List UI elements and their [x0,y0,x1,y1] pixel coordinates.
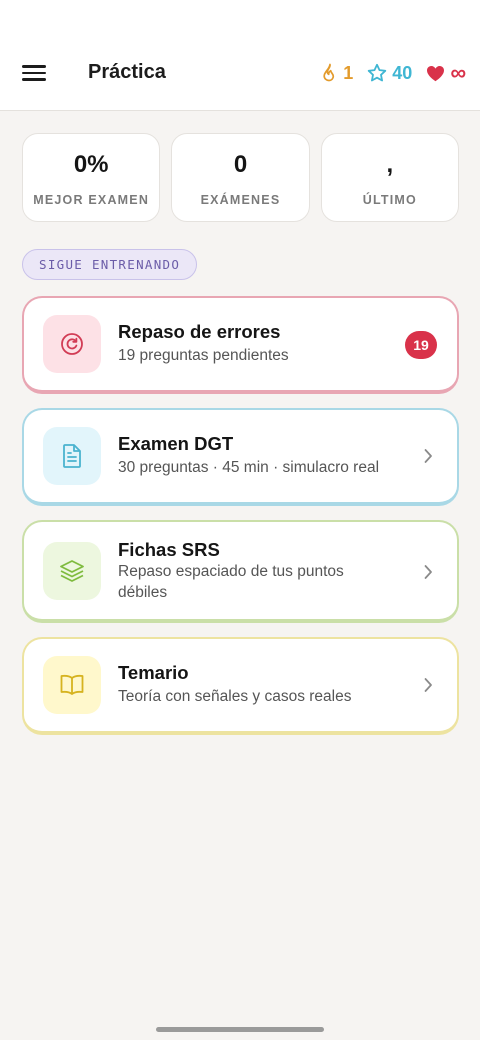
card-srs-flashcards[interactable]: Fichas SRS Repaso espaciado de tus punto… [22,520,459,623]
top-bar: Práctica 1 40 ∞ [0,0,480,111]
kpi-row: 0% MEJOR EXAMEN 0 EXÁMENES , ÚLTIMO [22,133,459,222]
streak-count: 1 [343,62,354,83]
card-subtitle: 19 preguntas pendientes [118,347,289,364]
kpi-best-exam: 0% MEJOR EXAMEN [22,133,161,222]
lives-stat[interactable]: ∞ [426,60,466,86]
chevron-right-icon [424,678,432,692]
heart-icon [427,65,445,81]
card-title: Fichas SRS [118,539,220,560]
pending-count-badge: 19 [405,331,437,359]
card-subtitle: Teoría con señales y casos reales [118,688,352,705]
card-title: Repaso de errores [118,321,281,342]
kpi-label: EXÁMENES [200,193,281,207]
card-icon-box [43,656,101,714]
star-icon [368,63,387,82]
card-icon-box [43,315,101,373]
xp-stat[interactable]: 40 [367,63,412,84]
kpi-exams: 0 EXÁMENES [171,133,310,222]
card-title: Examen DGT [118,433,234,454]
kpi-last: , ÚLTIMO [320,133,459,222]
streak-stat[interactable]: 1 [322,63,353,84]
card-subtitle: Repaso espaciado de tus puntos débiles [118,563,344,601]
chevron-right-icon [424,449,432,463]
section-label: SIGUE ENTRENANDO [22,249,198,280]
menu-icon-line [22,78,46,81]
card-title: Temario [118,662,189,683]
card-dgt-exam[interactable]: Examen DGT 30 preguntas · 45 min · simul… [22,408,459,506]
kpi-value: , [386,151,394,178]
lives-count: ∞ [450,60,466,85]
card-error-review[interactable]: Repaso de errores 19 preguntas pendiente… [22,296,459,394]
menu-button[interactable] [22,63,46,83]
card-icon-box [43,427,101,485]
refresh-icon [61,333,83,355]
page-title: Práctica [88,61,166,83]
kpi-value: 0 [233,151,248,178]
card-subtitle: 30 preguntas · 45 min · simulacro real [118,459,380,476]
card-syllabus[interactable]: Temario Teoría con señales y casos reale… [22,637,459,735]
chevron-right-icon [424,565,432,579]
menu-icon-line [22,71,46,75]
flame-icon [323,63,335,82]
header-stats: 1 40 ∞ [322,60,466,86]
document-icon [63,444,81,468]
menu-icon-line [22,65,46,68]
kpi-label: MEJOR EXAMEN [33,193,150,207]
xp-count: 40 [392,62,413,83]
layers-icon [60,560,84,582]
home-indicator[interactable] [156,1027,324,1032]
card-icon-box [43,542,101,600]
kpi-label: ÚLTIMO [362,193,417,207]
book-icon [60,674,84,695]
kpi-value: 0% [73,151,109,178]
